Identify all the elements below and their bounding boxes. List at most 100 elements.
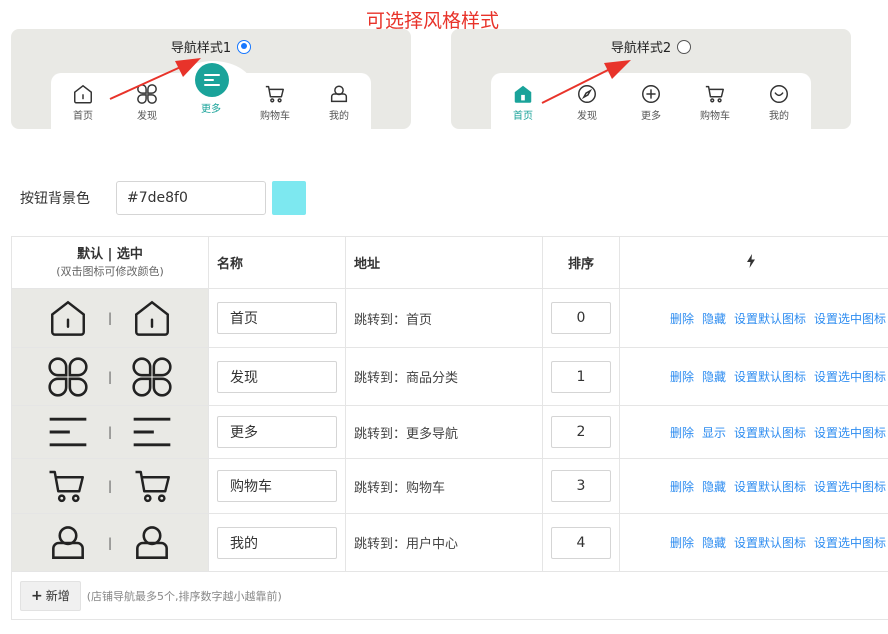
nav-style-1-radio[interactable] [237,39,252,54]
name-input[interactable] [217,526,337,559]
name-input[interactable] [217,360,337,393]
preview1-tab-discover: 发现 [122,83,172,122]
icon-cell: | [11,288,209,348]
cart-icon [265,85,284,103]
delete-link[interactable]: 删除 [670,312,694,326]
home-icon[interactable] [46,297,90,339]
hide-link[interactable]: 隐藏 [702,370,726,384]
icon-cell: | [11,458,209,514]
plus-circle-icon [642,85,660,103]
nav-style-1-card[interactable]: 导航样式1 首页 发现 更多 购物车 我的 [11,29,411,129]
nav-style-2-card[interactable]: 导航样式2 首页 发现 更多 购物车 我的 [451,29,851,129]
hide-link[interactable]: 隐藏 [702,536,726,550]
preview1-label-mine: 我的 [329,111,349,122]
button-bg-color-input[interactable] [116,181,266,215]
preview2-tab-mine: 我的 [754,83,804,122]
hide-link[interactable]: 隐藏 [702,480,726,494]
address-text: 跳转到：购物车 [345,458,543,514]
color-swatch[interactable] [272,181,306,215]
icon-separator: | [107,535,113,550]
nav-style-2-radio[interactable] [677,39,692,54]
preview2-label-more: 更多 [641,111,661,122]
menu-lines-icon[interactable] [130,413,174,451]
nav-items-table: 默认 | 选中 (双击图标可修改颜色) 名称 地址 排序 | 跳转到：首页 [11,236,888,572]
clover-icon[interactable] [46,355,90,399]
address-text: 跳转到：商品分类 [345,347,543,406]
ops-cell: 删除 显示 设置默认图标 设置选中图标 [619,405,888,459]
preview1-tab-cart: 购物车 [250,83,300,122]
preview2-label-cart: 购物车 [700,111,730,122]
table-row: | 跳转到：商品分类 删除隐藏设置默认图标设置选中图标 [11,347,888,406]
set-selected-icon-link[interactable]: 设置选中图标 [814,370,886,384]
home-icon[interactable] [130,297,174,339]
show-link[interactable]: 显示 [702,426,726,440]
button-bg-color-label: 按钮背景色 [20,191,90,207]
name-input[interactable] [217,470,337,502]
clover-icon [137,84,157,104]
preview1-tab-mine: 我的 [314,83,364,122]
lightning-icon [746,253,755,268]
table-footer: + 新增 (店铺导航最多5个,排序数字越小越靠前) [11,572,888,620]
icon-cell: | [11,405,209,459]
preview1-label-more: 更多 [201,104,221,115]
smile-icon [770,85,788,103]
add-nav-button[interactable]: + 新增 [20,580,81,611]
sort-input[interactable] [551,416,611,448]
menu-lines-icon[interactable] [46,413,90,451]
icon-separator: | [107,479,113,493]
sort-input[interactable] [551,360,611,393]
table-row: | 跳转到：更多导航 删除显示设置默认图标设置选中图标 [11,405,888,459]
nav-style-2-option[interactable]: 导航样式2 [451,37,851,56]
nav-style-1-preview: 首页 发现 更多 购物车 我的 [51,61,371,129]
ops-cell: 删除 隐藏 设置默认图标 设置选中图标 [619,347,888,406]
set-selected-icon-link[interactable]: 设置选中图标 [814,426,886,440]
set-default-icon-link[interactable]: 设置默认图标 [734,312,806,326]
ops-cell: 删除 隐藏 设置默认图标 设置选中图标 [619,288,888,348]
sort-input[interactable] [551,302,611,334]
user-icon[interactable] [130,521,174,565]
sort-input[interactable] [551,526,611,559]
hide-link[interactable]: 隐藏 [702,312,726,326]
preview2-tab-discover: 发现 [562,83,612,122]
cart-icon[interactable] [130,465,176,507]
set-default-icon-link[interactable]: 设置默认图标 [734,370,806,384]
delete-link[interactable]: 删除 [670,370,694,384]
icon-separator: | [107,425,113,439]
sort-input[interactable] [551,470,611,502]
name-input[interactable] [217,416,337,448]
header-icon-main: 默认 | 选中 [77,246,143,262]
preview2-tab-more: 更多 [626,83,676,122]
nav-style-1-option[interactable]: 导航样式1 [11,37,411,56]
delete-link[interactable]: 删除 [670,480,694,494]
table-row: | 跳转到：购物车 删除隐藏设置默认图标设置选中图标 [11,458,888,514]
header-name: 名称 [208,236,346,289]
header-icon-hint: (双击图标可修改颜色) [56,264,164,278]
icon-separator: | [107,369,113,384]
set-default-icon-link[interactable]: 设置默认图标 [734,480,806,494]
preview1-label-discover: 发现 [137,111,157,122]
button-bg-color-row: 按钮背景色 [20,181,306,215]
nav-style-1-label: 导航样式1 [170,41,232,56]
set-default-icon-link[interactable]: 设置默认图标 [734,536,806,550]
preview1-label-cart: 购物车 [260,111,290,122]
delete-link[interactable]: 删除 [670,536,694,550]
preview2-tab-cart: 购物车 [690,83,740,122]
header-address: 地址 [345,236,543,289]
preview1-label-home: 首页 [73,111,93,122]
set-selected-icon-link[interactable]: 设置选中图标 [814,536,886,550]
name-input[interactable] [217,302,337,334]
set-selected-icon-link[interactable]: 设置选中图标 [814,480,886,494]
set-default-icon-link[interactable]: 设置默认图标 [734,426,806,440]
clover-icon[interactable] [130,355,174,399]
set-selected-icon-link[interactable]: 设置选中图标 [814,312,886,326]
user-icon[interactable] [46,521,90,565]
preview1-tab-home: 首页 [58,83,108,122]
cart-icon[interactable] [44,465,90,507]
delete-link[interactable]: 删除 [670,426,694,440]
footer-hint: (店铺导航最多5个,排序数字越小越靠前) [86,589,282,603]
user-icon [330,85,348,103]
home-filled-icon [514,85,532,103]
header-ops [619,236,888,289]
ops-cell: 删除 隐藏 设置默认图标 设置选中图标 [619,513,888,572]
cart-icon [705,85,724,103]
